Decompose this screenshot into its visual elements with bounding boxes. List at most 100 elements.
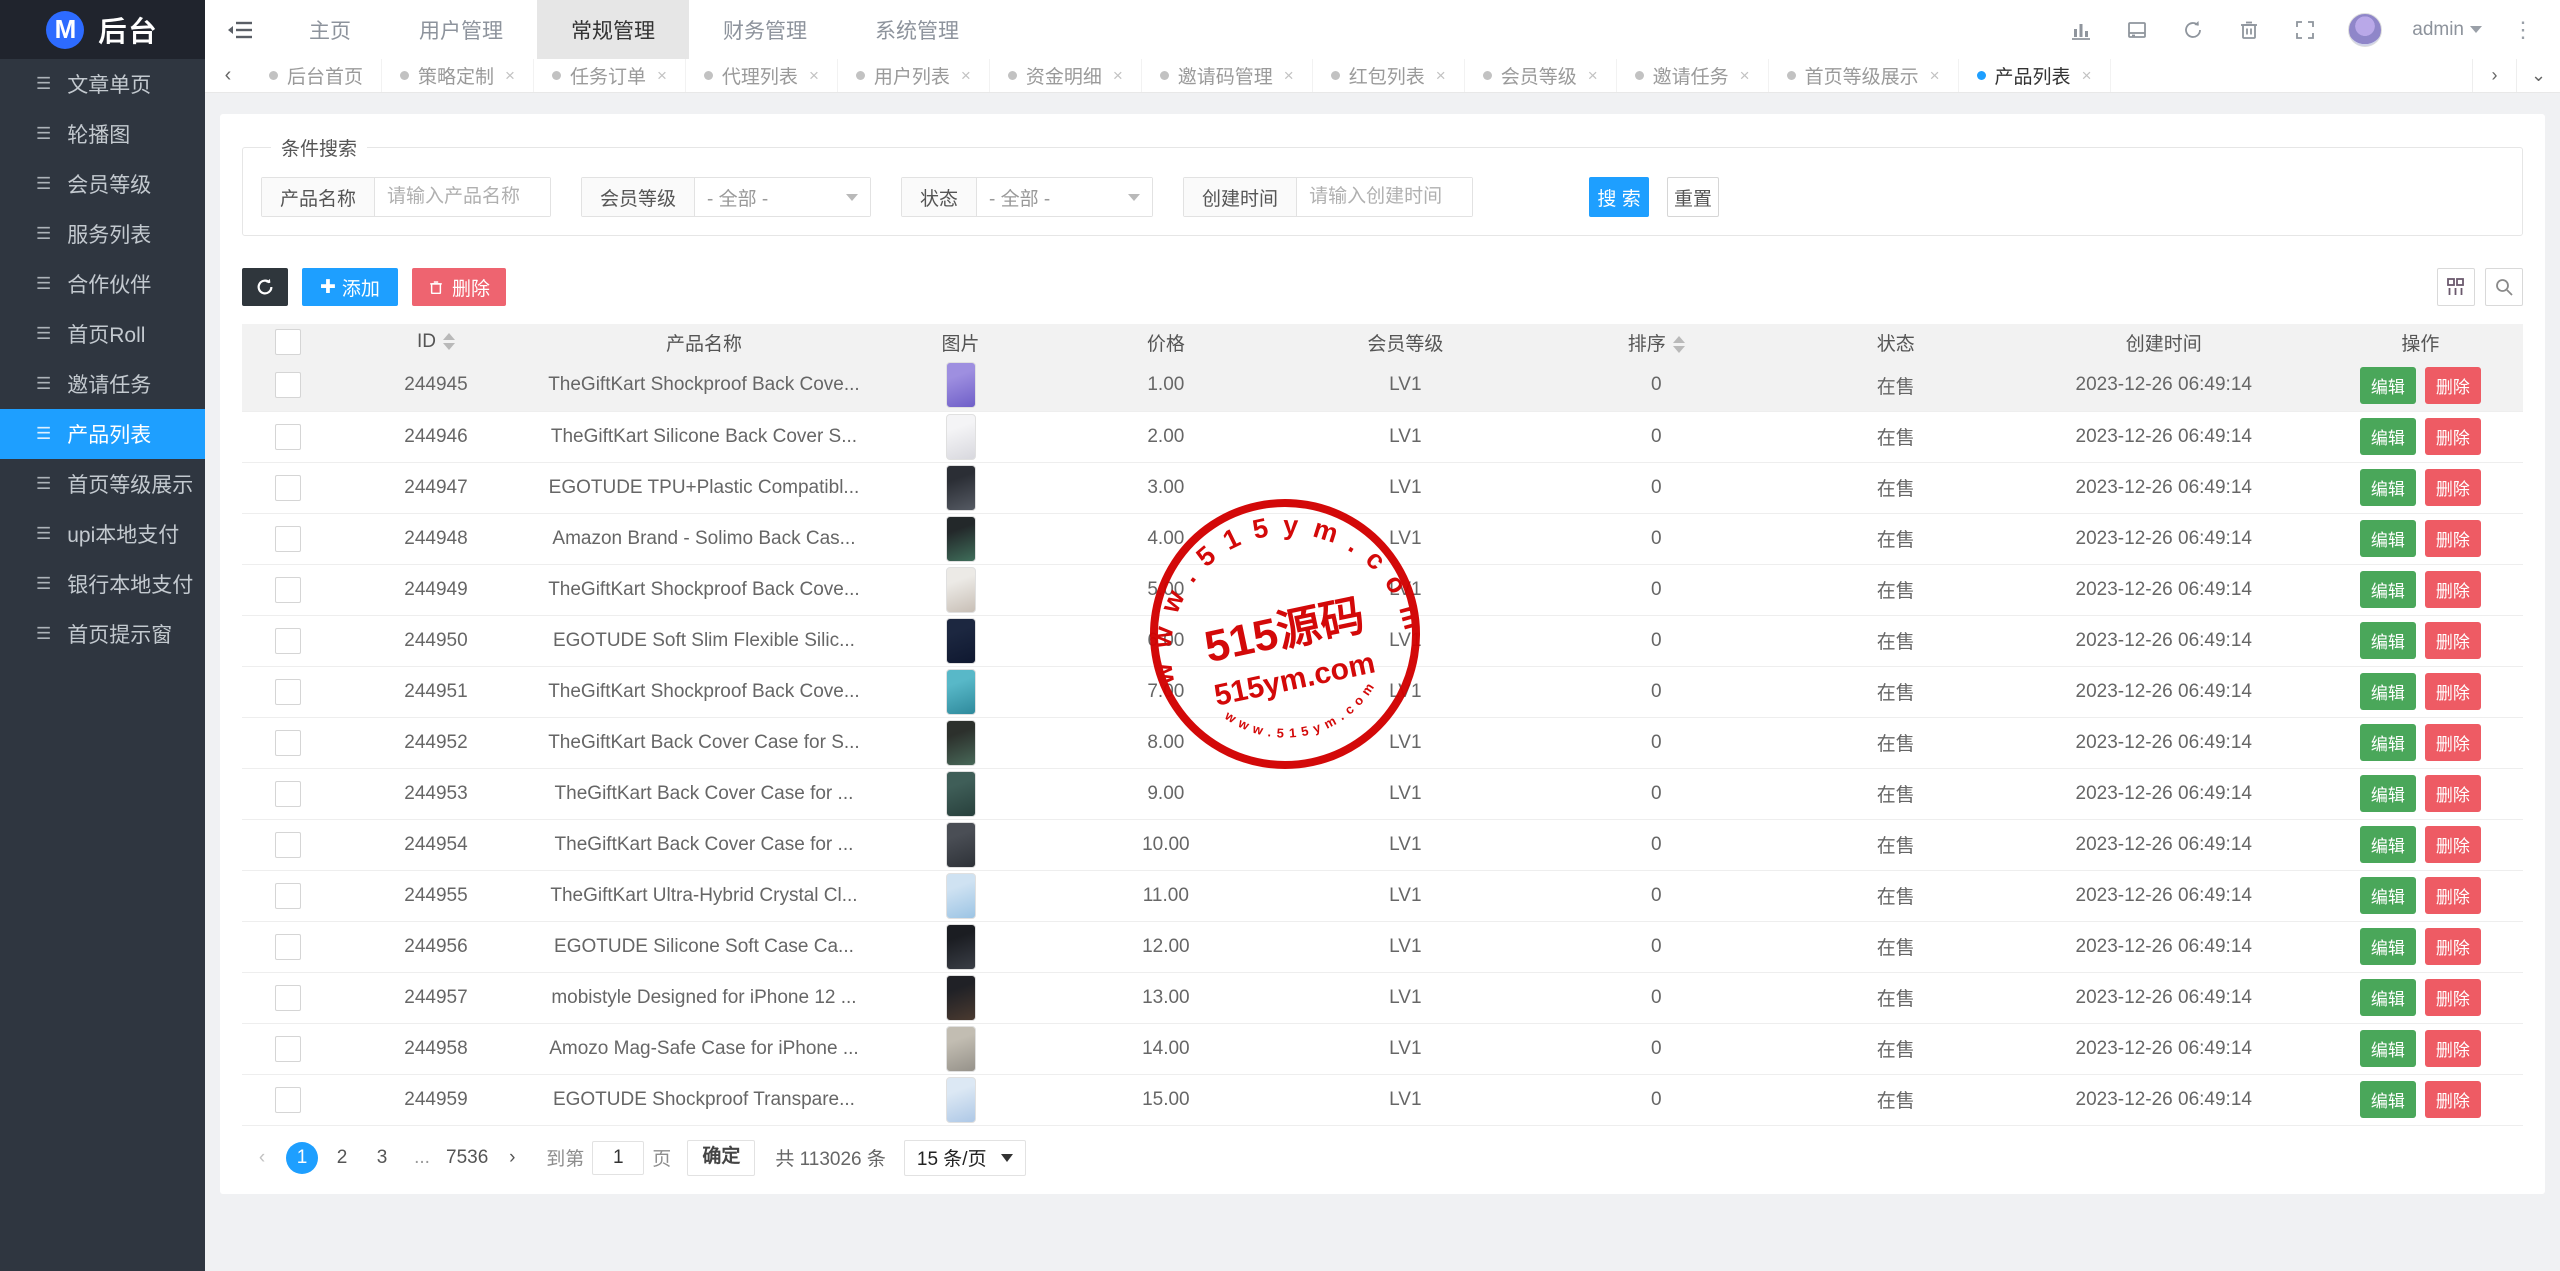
sidebar-item-合作伙伴[interactable]: ☰合作伙伴 <box>0 259 205 309</box>
refresh-table-button[interactable] <box>242 268 288 306</box>
row-checkbox[interactable] <box>275 781 301 807</box>
sidebar-item-首页提示窗[interactable]: ☰首页提示窗 <box>0 609 205 659</box>
close-icon[interactable]: × <box>505 66 515 86</box>
level-select[interactable]: - 全部 - <box>695 178 870 216</box>
delete-row-button[interactable]: 删除 <box>2425 367 2481 404</box>
close-icon[interactable]: × <box>1436 66 1446 86</box>
created-time-input[interactable] <box>1309 186 1460 208</box>
delete-row-button[interactable]: 删除 <box>2425 673 2481 710</box>
tab-代理列表[interactable]: 代理列表× <box>686 59 838 92</box>
more-menu-icon[interactable]: ⋮ <box>2512 25 2534 35</box>
delete-row-button[interactable]: 删除 <box>2425 1030 2481 1067</box>
stats-icon[interactable] <box>2068 17 2094 43</box>
delete-row-button[interactable]: 删除 <box>2425 979 2481 1016</box>
delete-row-button[interactable]: 删除 <box>2425 469 2481 506</box>
close-icon[interactable]: × <box>1930 66 1940 86</box>
sidebar-item-会员等级[interactable]: ☰会员等级 <box>0 159 205 209</box>
sidebar-item-首页Roll[interactable]: ☰首页Roll <box>0 309 205 359</box>
select-all-checkbox[interactable] <box>275 329 301 355</box>
sidebar-item-邀请任务[interactable]: ☰邀请任务 <box>0 359 205 409</box>
edit-button[interactable]: 编辑 <box>2360 520 2416 557</box>
tab-会员等级[interactable]: 会员等级× <box>1465 59 1617 92</box>
nav-item-用户管理[interactable]: 用户管理 <box>385 0 537 59</box>
delete-row-button[interactable]: 删除 <box>2425 724 2481 761</box>
sidebar-item-银行本地支付[interactable]: ☰银行本地支付 <box>0 559 205 609</box>
prev-page-button[interactable]: ‹ <box>246 1142 278 1174</box>
delete-row-button[interactable]: 删除 <box>2425 826 2481 863</box>
sort-icon[interactable] <box>443 333 455 350</box>
search-button[interactable]: 搜 索 <box>1589 177 1649 217</box>
edit-button[interactable]: 编辑 <box>2360 1081 2416 1118</box>
tabs-menu-button[interactable]: ⌄ <box>2516 59 2560 92</box>
close-icon[interactable]: × <box>2082 66 2092 86</box>
goto-page-input[interactable] <box>592 1141 644 1175</box>
sort-icon[interactable] <box>1673 336 1685 353</box>
tabs-scroll-left-button[interactable]: ‹ <box>205 59 251 92</box>
search-columns-button[interactable] <box>2485 268 2523 306</box>
delete-row-button[interactable]: 删除 <box>2425 418 2481 455</box>
edit-button[interactable]: 编辑 <box>2360 928 2416 965</box>
page-size-select[interactable]: 15 条/页 <box>904 1140 1026 1176</box>
avatar[interactable] <box>2348 13 2382 47</box>
row-checkbox[interactable] <box>275 372 301 398</box>
nav-item-系统管理[interactable]: 系统管理 <box>841 0 993 59</box>
edit-button[interactable]: 编辑 <box>2360 622 2416 659</box>
tab-策略定制[interactable]: 策略定制× <box>382 59 534 92</box>
tab-邀请码管理[interactable]: 邀请码管理× <box>1142 59 1313 92</box>
tab-首页等级展示[interactable]: 首页等级展示× <box>1769 59 1959 92</box>
page-button-2[interactable]: 2 <box>326 1142 358 1174</box>
refresh-icon[interactable] <box>2180 17 2206 43</box>
close-icon[interactable]: × <box>1284 66 1294 86</box>
columns-toggle-button[interactable] <box>2437 268 2475 306</box>
delete-row-button[interactable]: 删除 <box>2425 622 2481 659</box>
batch-delete-button[interactable]: 删除 <box>412 268 506 306</box>
edit-button[interactable]: 编辑 <box>2360 826 2416 863</box>
page-button-3[interactable]: 3 <box>366 1142 398 1174</box>
clear-cache-icon[interactable] <box>2124 17 2150 43</box>
nav-item-常规管理[interactable]: 常规管理 <box>537 0 689 59</box>
sidebar-item-产品列表[interactable]: ☰产品列表 <box>0 409 205 459</box>
reset-button[interactable]: 重置 <box>1667 177 1719 217</box>
sidebar-item-服务列表[interactable]: ☰服务列表 <box>0 209 205 259</box>
row-checkbox[interactable] <box>275 475 301 501</box>
close-icon[interactable]: × <box>809 66 819 86</box>
tab-后台首页[interactable]: 后台首页 <box>251 59 382 92</box>
edit-button[interactable]: 编辑 <box>2360 979 2416 1016</box>
row-checkbox[interactable] <box>275 1087 301 1113</box>
row-checkbox[interactable] <box>275 577 301 603</box>
tab-用户列表[interactable]: 用户列表× <box>838 59 990 92</box>
tab-产品列表[interactable]: 产品列表× <box>1959 59 2111 92</box>
row-checkbox[interactable] <box>275 934 301 960</box>
user-menu[interactable]: admin <box>2412 19 2482 41</box>
delete-row-button[interactable]: 删除 <box>2425 877 2481 914</box>
close-icon[interactable]: × <box>1588 66 1598 86</box>
row-checkbox[interactable] <box>275 679 301 705</box>
edit-button[interactable]: 编辑 <box>2360 673 2416 710</box>
sidebar-collapse-button[interactable] <box>205 0 275 59</box>
row-checkbox[interactable] <box>275 1036 301 1062</box>
sidebar-item-upi本地支付[interactable]: ☰upi本地支付 <box>0 509 205 559</box>
fullscreen-icon[interactable] <box>2292 17 2318 43</box>
tab-资金明细[interactable]: 资金明细× <box>990 59 1142 92</box>
close-icon[interactable]: × <box>961 66 971 86</box>
status-select[interactable]: - 全部 - <box>977 178 1152 216</box>
edit-button[interactable]: 编辑 <box>2360 877 2416 914</box>
nav-item-主页[interactable]: 主页 <box>275 0 385 59</box>
row-checkbox[interactable] <box>275 526 301 552</box>
sidebar-item-首页等级展示[interactable]: ☰首页等级展示 <box>0 459 205 509</box>
edit-button[interactable]: 编辑 <box>2360 367 2416 404</box>
row-checkbox[interactable] <box>275 883 301 909</box>
edit-button[interactable]: 编辑 <box>2360 418 2416 455</box>
delete-row-button[interactable]: 删除 <box>2425 775 2481 812</box>
nav-item-财务管理[interactable]: 财务管理 <box>689 0 841 59</box>
delete-row-button[interactable]: 删除 <box>2425 1081 2481 1118</box>
product-name-input[interactable] <box>387 186 538 208</box>
edit-button[interactable]: 编辑 <box>2360 1030 2416 1067</box>
tabs-scroll-right-button[interactable]: › <box>2472 59 2516 92</box>
goto-confirm-button[interactable]: 确定 <box>687 1140 755 1176</box>
edit-button[interactable]: 编辑 <box>2360 571 2416 608</box>
row-checkbox[interactable] <box>275 985 301 1011</box>
sidebar-item-轮播图[interactable]: ☰轮播图 <box>0 109 205 159</box>
edit-button[interactable]: 编辑 <box>2360 469 2416 506</box>
delete-row-button[interactable]: 删除 <box>2425 571 2481 608</box>
